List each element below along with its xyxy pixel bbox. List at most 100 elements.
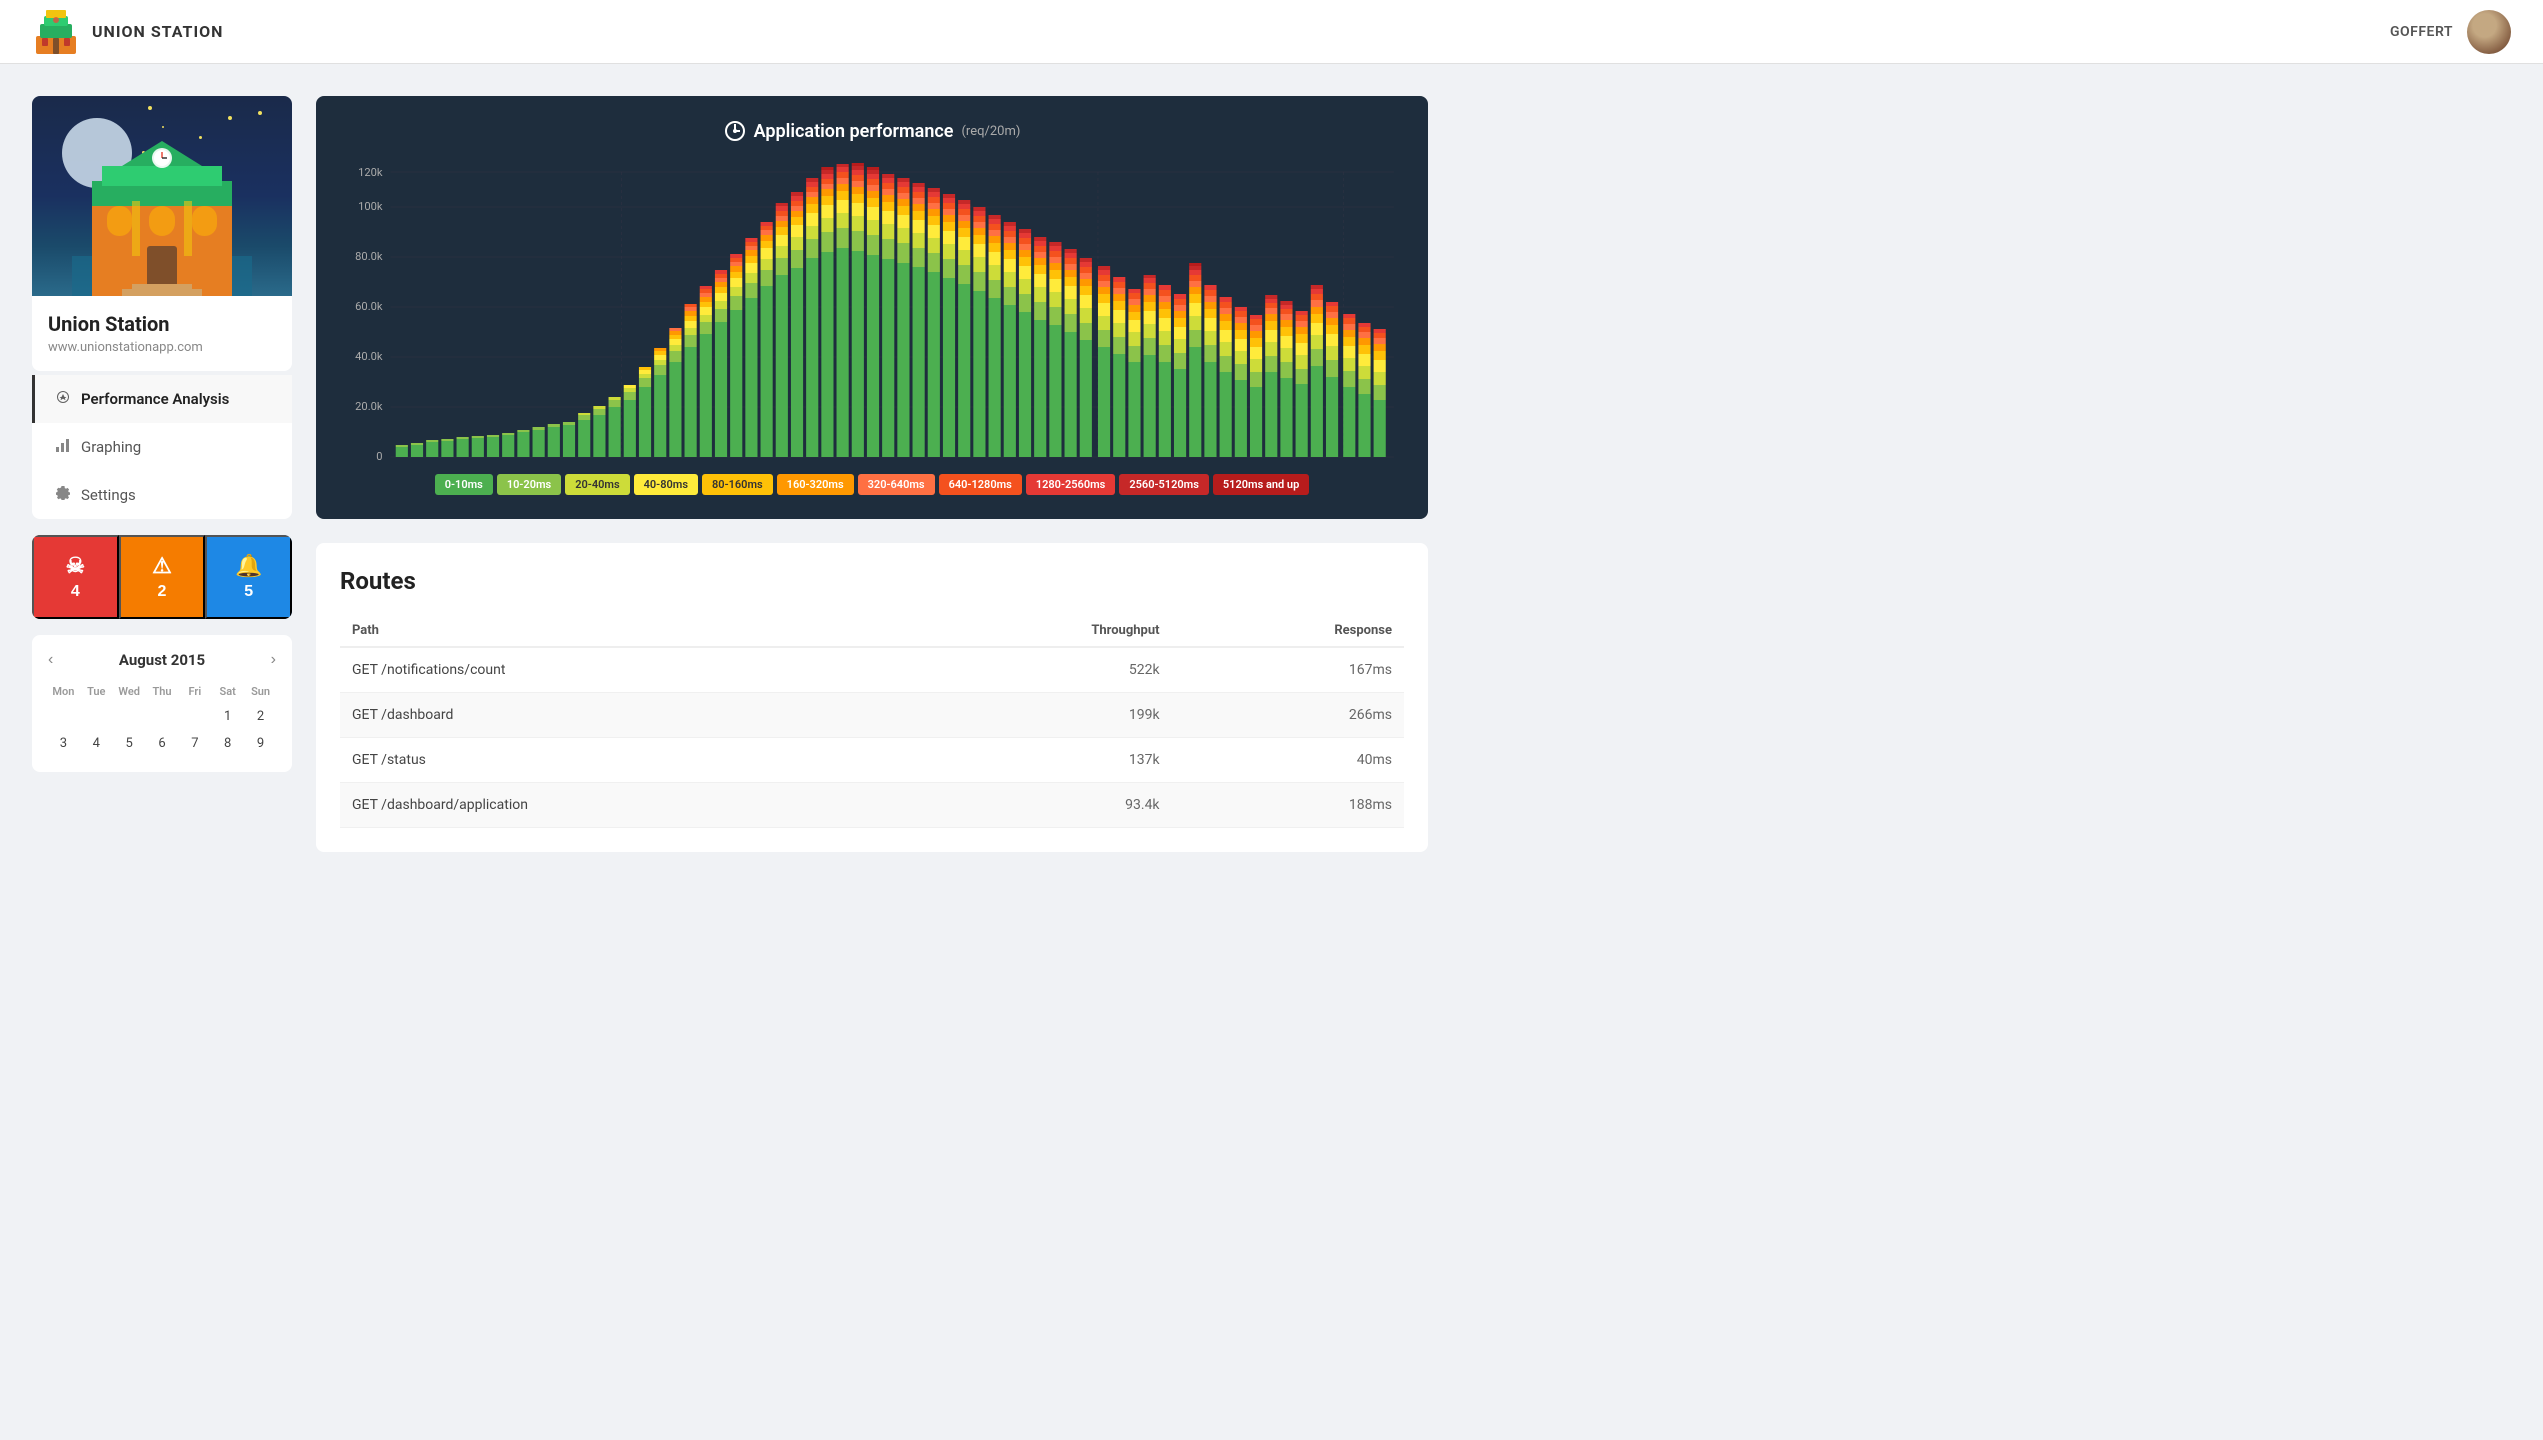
route-throughput: 93.4k	[909, 783, 1171, 828]
routes-header-row: Path Throughput Response	[340, 615, 1404, 647]
legend-80-160ms: 80-160ms	[702, 474, 773, 495]
performance-label: Performance Analysis	[81, 390, 229, 408]
error-count: 4	[71, 583, 80, 601]
svg-text:20.0k: 20.0k	[355, 400, 383, 413]
sidebar-item-settings[interactable]: Settings	[32, 471, 292, 519]
cal-day-2[interactable]: 2	[245, 704, 276, 729]
logo-icon	[32, 8, 80, 56]
app-name: UNION STATION	[92, 22, 223, 41]
skull-icon: ☠	[65, 553, 85, 579]
avatar[interactable]	[2467, 10, 2511, 54]
svg-text:40.0k: 40.0k	[355, 350, 383, 363]
route-throughput: 522k	[909, 647, 1171, 693]
table-row: GET /dashboard/application 93.4k 188ms	[340, 783, 1404, 828]
info-badge[interactable]: 🔔 5	[205, 535, 292, 619]
calendar-grid: Mon Tue Wed Thu Fri Sat Sun 1 2 3 4 5 6	[48, 681, 276, 756]
performance-icon	[55, 389, 71, 409]
route-throughput: 137k	[909, 738, 1171, 783]
legend-640-1280ms: 640-1280ms	[939, 474, 1022, 495]
cal-day-8[interactable]: 8	[212, 731, 243, 756]
table-row: GET /notifications/count 522k 167ms	[340, 647, 1404, 693]
sidebar-item-performance[interactable]: Performance Analysis	[32, 375, 292, 423]
calendar-next[interactable]: ›	[271, 651, 276, 669]
cal-header-fri: Fri	[179, 681, 210, 702]
cal-day-4[interactable]: 4	[81, 731, 112, 756]
alert-badges: ☠ 4 ⚠ 2 🔔 5	[32, 535, 292, 619]
route-response: 167ms	[1172, 647, 1404, 693]
legend-160-320ms: 160-320ms	[777, 474, 854, 495]
chart-subtitle: (req/20m)	[961, 124, 1020, 139]
cal-header-wed: Wed	[114, 681, 145, 702]
table-row: GET /status 137k 40ms	[340, 738, 1404, 783]
col-throughput: Throughput	[909, 615, 1171, 647]
settings-label: Settings	[81, 486, 136, 504]
routes-table-body: GET /notifications/count 522k 167ms GET …	[340, 647, 1404, 828]
cal-header-mon: Mon	[48, 681, 79, 702]
info-count: 5	[244, 583, 253, 601]
app-card: Union Station www.unionstationapp.com	[32, 96, 292, 371]
cal-day-empty	[114, 704, 145, 729]
cal-day-empty	[179, 704, 210, 729]
col-path: Path	[340, 615, 909, 647]
legend-40-80ms: 40-80ms	[634, 474, 698, 495]
clock-icon	[724, 120, 746, 142]
chart-legend: 0-10ms 10-20ms 20-40ms 40-80ms 80-160ms …	[340, 474, 1404, 495]
route-path: GET /dashboard	[340, 693, 909, 738]
svg-text:60.0k: 60.0k	[355, 300, 383, 313]
legend-320-640ms: 320-640ms	[858, 474, 935, 495]
graphing-icon	[55, 437, 71, 457]
legend-10-20ms: 10-20ms	[497, 474, 561, 495]
cal-header-thu: Thu	[147, 681, 178, 702]
legend-0-10ms: 0-10ms	[435, 474, 493, 495]
route-path: GET /notifications/count	[340, 647, 909, 693]
graphing-label: Graphing	[81, 438, 141, 456]
calendar: ‹ August 2015 › Mon Tue Wed Thu Fri Sat …	[32, 635, 292, 772]
header-left: UNION STATION	[32, 8, 223, 56]
app-info: Union Station www.unionstationapp.com	[32, 296, 292, 371]
cal-day-3[interactable]: 3	[48, 731, 79, 756]
cal-day-empty	[147, 704, 178, 729]
warning-badge[interactable]: ⚠ 2	[119, 535, 206, 619]
svg-text:80.0k: 80.0k	[355, 250, 383, 263]
calendar-prev[interactable]: ‹	[48, 651, 53, 669]
cal-day-6[interactable]: 6	[147, 731, 178, 756]
route-response: 188ms	[1172, 783, 1404, 828]
app-header: UNION STATION GOFFERT	[0, 0, 2543, 64]
cal-day-1[interactable]: 1	[212, 704, 243, 729]
routes-table: Path Throughput Response GET /notificati…	[340, 615, 1404, 828]
route-response: 266ms	[1172, 693, 1404, 738]
route-throughput: 199k	[909, 693, 1171, 738]
bell-icon: 🔔	[235, 553, 262, 579]
cal-header-sat: Sat	[212, 681, 243, 702]
svg-text:0: 0	[376, 450, 382, 462]
username-label: GOFFERT	[2390, 24, 2453, 40]
cal-day-5[interactable]: 5	[114, 731, 145, 756]
col-response: Response	[1172, 615, 1404, 647]
warning-count: 2	[158, 583, 167, 601]
error-badge[interactable]: ☠ 4	[32, 535, 119, 619]
cal-day-7[interactable]: 7	[179, 731, 210, 756]
building-illustration	[72, 136, 252, 296]
route-response: 40ms	[1172, 738, 1404, 783]
cal-day-9[interactable]: 9	[245, 731, 276, 756]
legend-1280-2560ms: 1280-2560ms	[1026, 474, 1116, 495]
svg-text:100k: 100k	[358, 200, 383, 213]
cal-header-tue: Tue	[81, 681, 112, 702]
sidebar-nav: Performance Analysis Graphing	[32, 375, 292, 519]
svg-text:120k: 120k	[358, 166, 383, 179]
main-content: Application performance (req/20m) 0 20.0…	[316, 96, 1428, 852]
settings-icon	[55, 485, 71, 505]
performance-chart: 0 20.0k 40.0k 60.0k 80.0k 100k 120k	[340, 162, 1404, 462]
chart-area: 0 20.0k 40.0k 60.0k 80.0k 100k 120k	[340, 162, 1404, 462]
warning-icon: ⚠	[152, 553, 172, 579]
chart-title: Application performance (req/20m)	[340, 120, 1404, 142]
route-path: GET /status	[340, 738, 909, 783]
cal-header-sun: Sun	[245, 681, 276, 702]
sidebar: Union Station www.unionstationapp.com Pe…	[32, 96, 292, 852]
sidebar-item-graphing[interactable]: Graphing	[32, 423, 292, 471]
routes-title: Routes	[340, 567, 1404, 595]
app-url: www.unionstationapp.com	[48, 340, 276, 355]
cal-day-empty	[48, 704, 79, 729]
route-path: GET /dashboard/application	[340, 783, 909, 828]
legend-2560-5120ms: 2560-5120ms	[1119, 474, 1209, 495]
